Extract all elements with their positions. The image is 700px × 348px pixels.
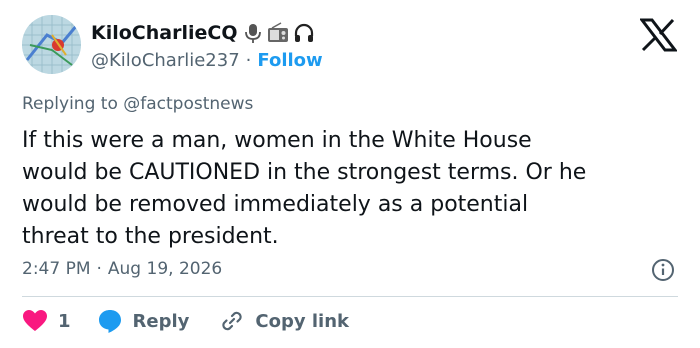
x-logo-icon[interactable]: [640, 18, 677, 52]
heart-icon: [23, 310, 47, 331]
reply-label: Reply: [132, 310, 190, 332]
divider: [22, 296, 678, 297]
tweet-text: If this were a man, women in the White H…: [22, 128, 587, 249]
name-badges: [243, 22, 315, 44]
user-handle[interactable]: @KiloCharlie237: [91, 50, 240, 71]
display-name[interactable]: KiloCharlieCQ: [91, 22, 237, 44]
copy-link-label: Copy link: [255, 310, 349, 332]
like-count: 1: [58, 310, 71, 332]
info-icon[interactable]: [651, 258, 675, 282]
headphones-icon: [295, 23, 314, 42]
timestamp-separator: ·: [96, 259, 102, 279]
timestamp[interactable]: 2:47 PM · Aug 19, 2026: [22, 259, 222, 279]
handle-separator: ·: [245, 49, 252, 71]
user-name-row: KiloCharlieCQ: [91, 20, 315, 46]
handle-row: @KiloCharlie237 · Follow: [91, 48, 323, 72]
chat-bubble-icon: [98, 310, 121, 333]
tweet-time: 2:47 PM: [22, 259, 91, 279]
avatar[interactable]: [22, 15, 81, 74]
link-icon: [222, 311, 243, 331]
replying-to[interactable]: Replying to @factpostnews: [22, 94, 253, 114]
radio-icon: [268, 22, 289, 42]
like-button[interactable]: 1: [22, 308, 97, 334]
copy-link-button[interactable]: Copy link: [219, 308, 349, 334]
follow-button[interactable]: Follow: [257, 50, 322, 71]
microphone-icon: [245, 24, 262, 43]
avatar-image: [22, 15, 81, 74]
action-bar: 1 Reply Copy link: [22, 306, 349, 336]
tweet-date: Aug 19, 2026: [107, 259, 223, 279]
reply-button[interactable]: Reply: [97, 308, 190, 334]
